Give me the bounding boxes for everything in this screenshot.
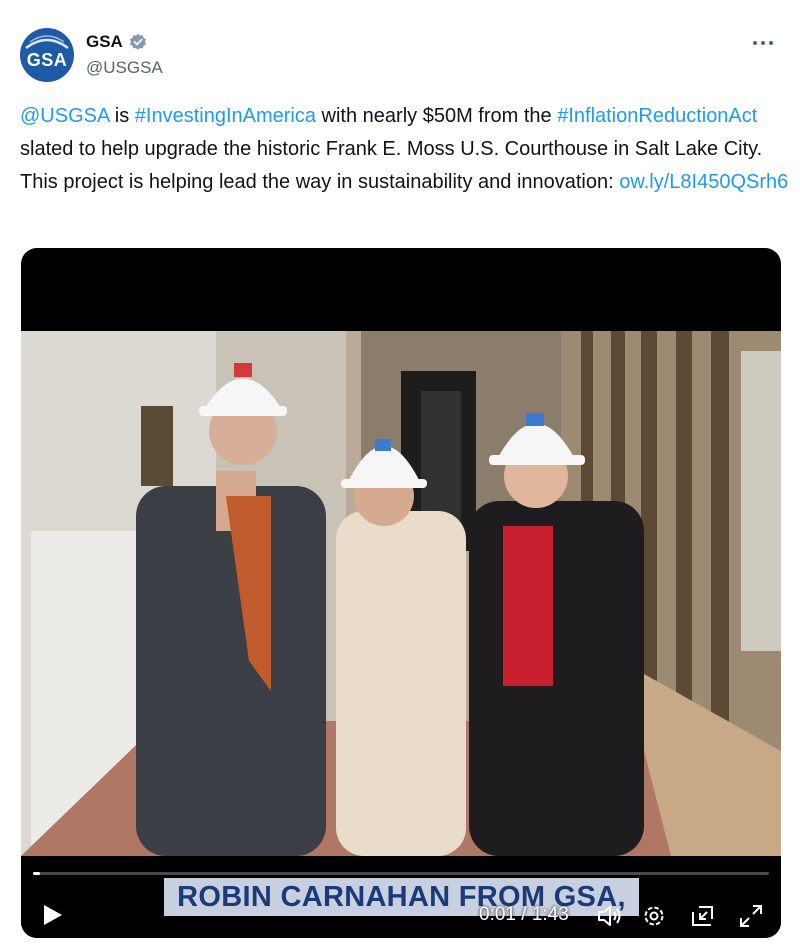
avatar-text: GSA — [26, 50, 68, 70]
tweet-text: @USGSA is #InvestingInAmerica with nearl… — [20, 100, 790, 199]
hashtag-investing-in-america[interactable]: #InvestingInAmerica — [135, 105, 316, 127]
volume-icon[interactable] — [595, 902, 623, 930]
video-time: 0:01 / 1:43 — [479, 904, 569, 925]
display-name[interactable]: GSA — [86, 32, 123, 52]
more-button[interactable] — [748, 28, 778, 58]
video-still-image — [21, 331, 781, 856]
avatar[interactable]: GSA — [20, 28, 74, 82]
tweet-text-part: with nearly $50M from the — [315, 105, 558, 127]
video-player[interactable]: ROBIN CARNAHAN FROM GSA, 0:01 / 1:43 — [21, 248, 781, 938]
tweet-link[interactable]: ow.ly/L8I450QSrh6 — [619, 171, 788, 193]
video-controls: ROBIN CARNAHAN FROM GSA, 0:01 / 1:43 — [21, 856, 781, 938]
settings-gear-icon[interactable] — [640, 902, 668, 930]
mention-usgsa[interactable]: @USGSA — [20, 105, 109, 127]
video-frame[interactable] — [21, 331, 781, 856]
dock-icon[interactable] — [689, 902, 717, 930]
author-handle[interactable]: @USGSA — [86, 58, 163, 78]
tweet-text-part: is — [109, 105, 135, 127]
play-icon[interactable] — [39, 902, 65, 928]
hashtag-inflation-reduction-act[interactable]: #InflationReductionAct — [557, 105, 757, 127]
progress-bar[interactable] — [33, 872, 769, 875]
fullscreen-icon[interactable] — [737, 902, 765, 930]
author-name-row: GSA — [86, 32, 147, 52]
verified-badge-icon[interactable] — [129, 33, 147, 51]
progress-fill — [33, 872, 41, 875]
more-icon — [753, 41, 773, 45]
